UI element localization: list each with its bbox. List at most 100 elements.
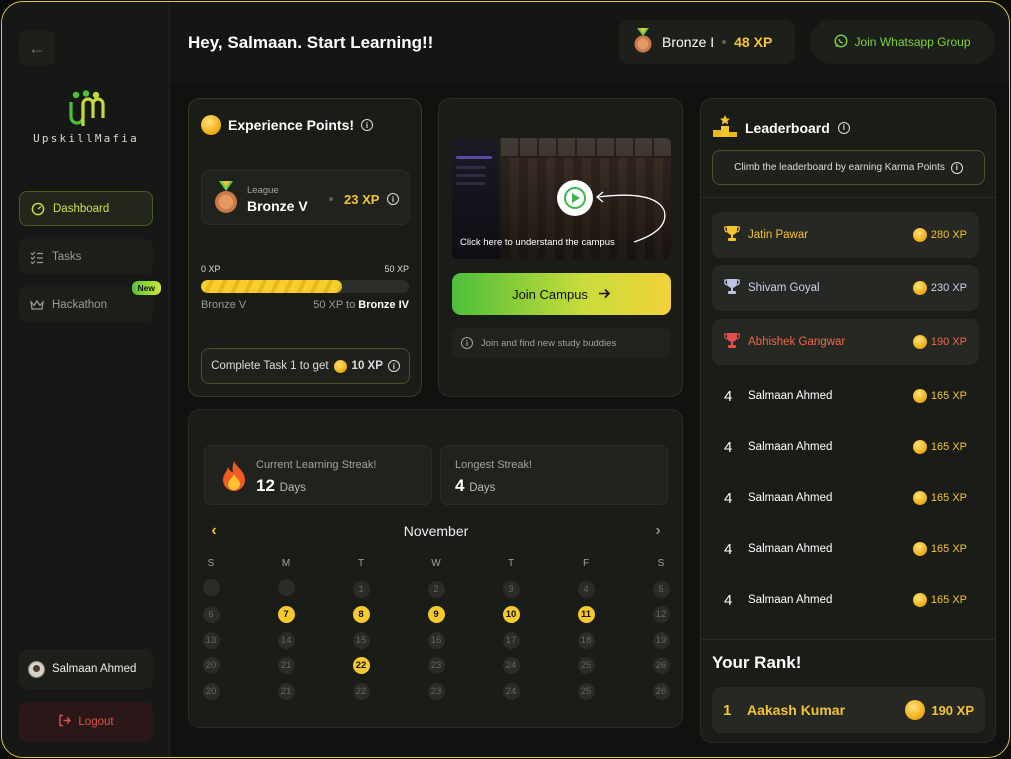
- leaderboard-row[interactable]: Shivam Goyal 230 XP: [712, 265, 979, 311]
- calendar-week: 1 2 3 4 5: [201, 577, 671, 603]
- logout-button[interactable]: Logout: [19, 702, 153, 742]
- leaderboard-title-text: Leaderboard: [745, 119, 830, 136]
- calendar-day[interactable]: 14: [277, 631, 295, 649]
- calendar-day[interactable]: 26: [652, 682, 670, 700]
- calendar-day[interactable]: 26: [652, 657, 670, 675]
- calendar-day[interactable]: 21: [277, 657, 295, 675]
- calendar-cell: 6: [201, 606, 221, 624]
- calendar-cell: 25: [576, 657, 596, 675]
- logout-label: Logout: [78, 716, 114, 728]
- leaderboard-row[interactable]: 4 Salmaan Ahmed 165 XP: [712, 577, 979, 623]
- calendar-day[interactable]: 7: [277, 606, 295, 624]
- join-campus-button[interactable]: Join Campus: [452, 273, 671, 315]
- join-whatsapp-button[interactable]: Join Whatsapp Group: [810, 20, 995, 64]
- calendar-day[interactable]: 20: [202, 657, 220, 675]
- calendar-day[interactable]: 10: [502, 606, 520, 624]
- league-caption: League: [247, 185, 279, 196]
- calendar-day[interactable]: 22: [352, 657, 370, 675]
- bronze-medal-icon: [215, 181, 237, 213]
- calendar-day[interactable]: 8: [352, 606, 370, 624]
- calendar-day[interactable]: 17: [502, 631, 520, 649]
- calendar-day[interactable]: 15: [352, 631, 370, 649]
- separator-dot: [722, 40, 727, 44]
- current-streak-unit: Days: [279, 482, 306, 494]
- longest-streak-number: 4: [455, 476, 465, 495]
- leaderboard-row[interactable]: 4 Salmaan Ahmed 165 XP: [712, 526, 979, 572]
- calendar-header: ‹ November ›: [204, 522, 668, 540]
- leaderboard-row[interactable]: 4 Salmaan Ahmed 165 XP: [712, 424, 979, 470]
- profile-button[interactable]: Salmaan Ahmed: [19, 649, 153, 689]
- back-button[interactable]: ←: [19, 30, 55, 66]
- nav-tasks[interactable]: Tasks: [19, 239, 153, 274]
- info-icon[interactable]: i: [387, 360, 400, 372]
- calendar-day[interactable]: 3: [502, 580, 520, 598]
- calendar-cell: 4: [576, 580, 596, 598]
- calendar-day[interactable]: 19: [652, 631, 670, 649]
- my-rank-xp-value: 190 XP: [931, 702, 974, 718]
- calendar-day[interactable]: 16: [427, 631, 445, 649]
- weekday-label: S: [657, 558, 665, 570]
- calendar-day[interactable]: 24: [502, 682, 520, 700]
- calendar-month: November: [403, 523, 469, 539]
- chevron-left-icon[interactable]: ‹: [204, 522, 224, 540]
- calendar-day[interactable]: 6: [202, 606, 220, 624]
- calendar-cell: 20: [201, 657, 221, 675]
- leaderboard-row[interactable]: Abhishek Gangwar 190 XP: [712, 319, 979, 365]
- current-streak-number: 12: [256, 476, 275, 495]
- calendar-day[interactable]: 11: [577, 606, 595, 624]
- calendar-day[interactable]: 25: [577, 657, 595, 675]
- calendar-week: 20 21 22 23 24 25 26: [201, 653, 671, 679]
- rank-number: 4: [724, 540, 733, 558]
- longest-streak-value: 4 Days: [455, 476, 495, 496]
- calendar-day[interactable]: 1: [352, 580, 370, 598]
- calendar-day[interactable]: 4: [577, 580, 595, 598]
- nav-hackathon[interactable]: Hackathon New: [19, 281, 161, 322]
- my-rank-row[interactable]: 1 Aakash Kumar 190 XP: [712, 687, 985, 733]
- my-rank-number: 1: [723, 701, 732, 719]
- info-icon[interactable]: i: [950, 161, 963, 174]
- progress-end: 50 XP: [384, 264, 409, 274]
- calendar-day[interactable]: 13: [202, 631, 220, 649]
- leaderboard-row[interactable]: 4 Salmaan Ahmed 165 XP: [712, 373, 979, 419]
- leaderboard-xp-value: 165 XP: [930, 543, 967, 555]
- avatar: [28, 660, 45, 678]
- info-icon[interactable]: i: [361, 119, 374, 131]
- calendar-day[interactable]: 21: [277, 682, 295, 700]
- leaderboard-row[interactable]: 4 Salmaan Ahmed 165 XP: [712, 475, 979, 521]
- play-button[interactable]: [557, 180, 593, 216]
- leaderboard-name: Salmaan Ahmed: [748, 543, 833, 555]
- climb-text: Climb the leaderboard by earning Karma P…: [734, 162, 945, 173]
- calendar-day[interactable]: 12: [652, 606, 670, 624]
- climb-leaderboard-note: Climb the leaderboard by earning Karma P…: [712, 150, 985, 185]
- league-chip[interactable]: Bronze I 48 XP: [619, 20, 795, 64]
- calendar-day[interactable]: 23: [427, 657, 445, 675]
- info-icon[interactable]: i: [837, 121, 850, 134]
- longest-streak-unit: Days: [469, 482, 496, 494]
- calendar-cell: 26: [651, 682, 671, 700]
- calendar-day[interactable]: 2: [427, 580, 445, 598]
- calendar-day[interactable]: 9: [427, 606, 445, 624]
- task-cta-text: Complete Task 1 to get: [211, 360, 329, 372]
- calendar-day[interactable]: 5: [652, 580, 670, 598]
- calendar-day[interactable]: 22: [352, 682, 370, 700]
- nav-dashboard-label: Dashboard: [53, 202, 110, 215]
- league-name: Bronze V: [247, 198, 308, 214]
- join-campus-label: Join Campus: [512, 286, 588, 302]
- leaderboard-row[interactable]: Jatin Pawar 280 XP: [712, 212, 979, 258]
- profile-name: Salmaan Ahmed: [52, 663, 137, 675]
- calendar-day[interactable]: 24: [502, 657, 520, 675]
- nav-dashboard[interactable]: Dashboard: [19, 191, 153, 226]
- checklist-icon: [30, 250, 44, 264]
- info-icon[interactable]: i: [387, 193, 399, 205]
- calendar-cell: 18: [576, 631, 596, 649]
- leaderboard-xp-value: 165 XP: [930, 390, 967, 402]
- calendar-day[interactable]: 18: [577, 631, 595, 649]
- coin-icon: [912, 440, 927, 454]
- complete-task-button[interactable]: Complete Task 1 to get 10 XP i: [201, 348, 410, 384]
- calendar-day[interactable]: 23: [427, 682, 445, 700]
- campus-video-thumbnail[interactable]: Click here to understand the campus: [452, 138, 671, 259]
- chevron-right-icon[interactable]: ›: [648, 522, 668, 540]
- calendar-day[interactable]: 25: [577, 682, 595, 700]
- calendar-day[interactable]: 20: [202, 682, 220, 700]
- leaderboard-name: Salmaan Ahmed: [748, 492, 833, 504]
